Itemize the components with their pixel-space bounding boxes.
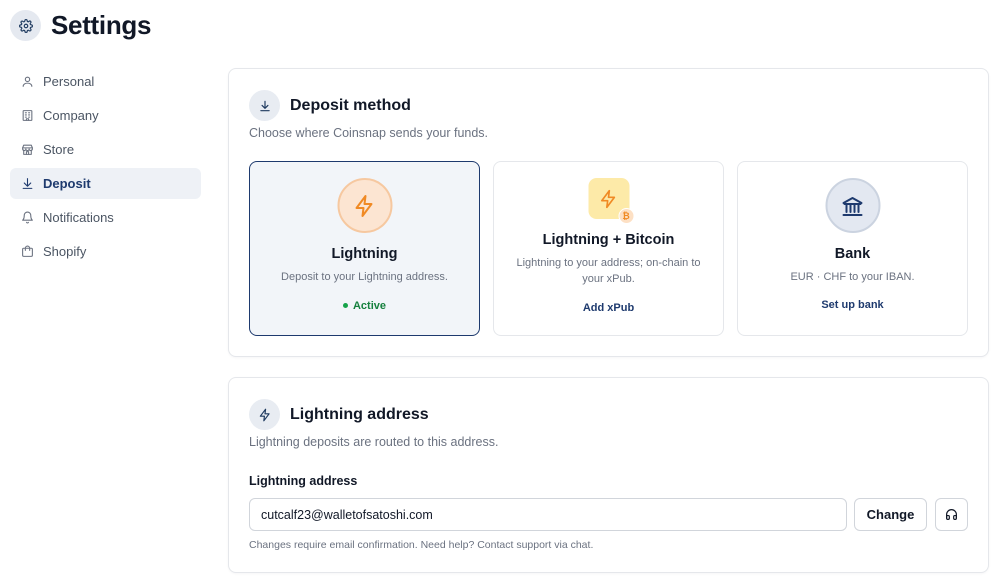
settings-sidebar: Personal Company Store Deposit Notificat…: [10, 66, 201, 270]
lightning-address-subtitle: Lightning deposits are routed to this ad…: [249, 435, 499, 449]
deposit-method-subtitle: Choose where Coinsnap sends your funds.: [249, 126, 489, 140]
sidebar-item-label: Company: [43, 108, 99, 123]
user-icon: [20, 75, 34, 89]
lightning-icon: [249, 399, 280, 430]
headset-icon: [945, 508, 958, 521]
deposit-method-title: Deposit method: [290, 96, 411, 114]
sidebar-item-shopify[interactable]: Shopify: [10, 236, 201, 267]
store-icon: [20, 143, 34, 157]
lightning-bitcoin-icon: ₿: [588, 178, 634, 224]
building-icon: [20, 109, 34, 123]
deposit-method-card: Deposit method Choose where Coinsnap sen…: [228, 68, 989, 357]
deposit-option-name: Lightning + Bitcoin: [542, 232, 675, 248]
sidebar-item-deposit[interactable]: Deposit: [10, 168, 201, 199]
sidebar-item-notifications[interactable]: Notifications: [10, 202, 201, 233]
deposit-option-bank[interactable]: Bank EUR · CHF to your IBAN. Set up bank: [737, 161, 968, 336]
lightning-address-header: Lightning address: [249, 399, 429, 430]
status-badge: Active: [250, 300, 479, 312]
deposit-option-description: Deposit to your Lightning address.: [281, 271, 448, 283]
deposit-option-description: Lightning to your address; on-chain to y…: [516, 257, 701, 285]
download-icon: [20, 177, 34, 191]
sidebar-item-store[interactable]: Store: [10, 134, 201, 165]
deposit-option-name: Lightning: [331, 246, 398, 262]
sidebar-item-personal[interactable]: Personal: [10, 66, 201, 97]
shopping-bag-icon: [20, 245, 34, 259]
sidebar-item-company[interactable]: Company: [10, 100, 201, 131]
bell-icon: [20, 211, 34, 225]
sidebar-item-label: Personal: [43, 74, 95, 89]
deposit-option-lightning[interactable]: Lightning Deposit to your Lightning addr…: [249, 161, 480, 336]
add-xpub-link[interactable]: Add xPub: [494, 302, 723, 314]
lightning-icon: [337, 178, 392, 233]
deposit-option-lightning-bitcoin[interactable]: ₿ Lightning + Bitcoin Lightning to your …: [493, 161, 724, 336]
lightning-address-help: Changes require email confirmation. Need…: [249, 539, 594, 551]
sidebar-item-label: Store: [43, 142, 75, 157]
lightning-address-label: Lightning address: [249, 474, 358, 488]
sidebar-item-label: Shopify: [43, 244, 87, 259]
lightning-address-card: Lightning address Lightning deposits are…: [228, 377, 989, 573]
sidebar-item-label: Notifications: [43, 210, 114, 225]
page-header: Settings: [10, 10, 151, 41]
support-chat-button[interactable]: [935, 498, 968, 531]
sidebar-item-label: Deposit: [43, 176, 91, 191]
status-label: Active: [352, 300, 387, 312]
lightning-address-input[interactable]: [249, 498, 847, 531]
page-title: Settings: [51, 10, 152, 40]
bank-icon: [825, 178, 880, 233]
deposit-option-name: Bank: [834, 246, 871, 262]
set-up-bank-link[interactable]: Set up bank: [738, 299, 967, 311]
gear-icon: [10, 10, 41, 41]
lightning-address-title: Lightning address: [290, 405, 429, 423]
deposit-option-description: EUR · CHF to your IBAN.: [790, 271, 915, 283]
deposit-method-header: Deposit method: [249, 90, 411, 121]
status-dot: [342, 302, 348, 308]
download-icon: [249, 90, 280, 121]
bitcoin-icon: ₿: [618, 208, 634, 224]
change-button[interactable]: Change: [854, 498, 927, 531]
